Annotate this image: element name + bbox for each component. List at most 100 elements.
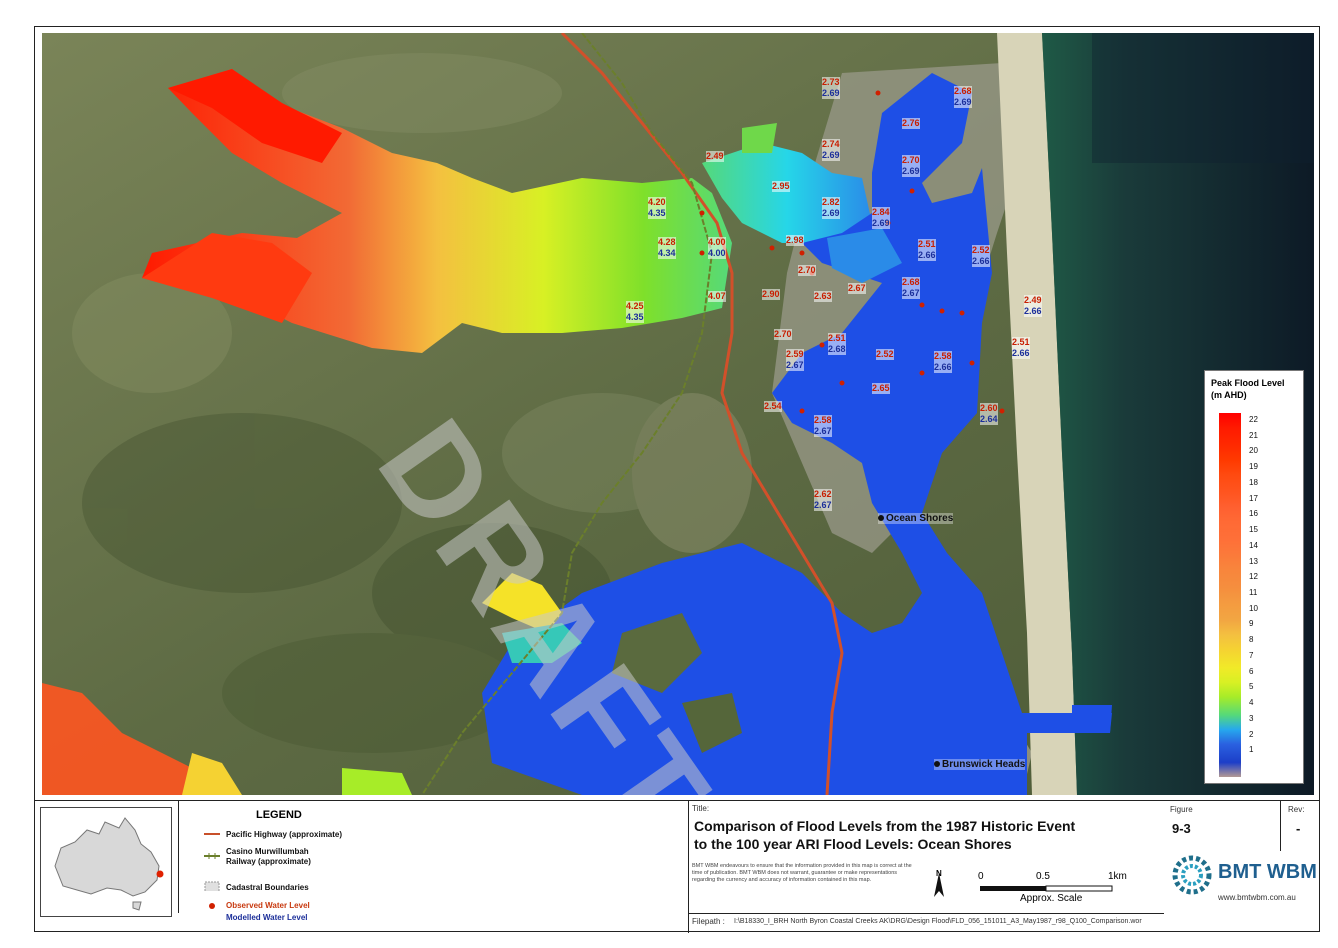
filepath-row: Filepath : I:\B18330_I_BRH North Byron C…	[688, 913, 1164, 932]
level-label: 2.52	[876, 349, 894, 360]
legend-item-modelled: Modelled Water Level	[226, 913, 308, 922]
title-label: Title:	[692, 804, 710, 813]
colorbar-tick: 3	[1249, 713, 1254, 723]
flood-extent-small	[742, 123, 777, 153]
level-label: 2.70	[798, 265, 816, 276]
level-label: 2.70 2.69	[902, 155, 920, 177]
divider	[178, 801, 179, 913]
colorbar-tick: 1	[1249, 745, 1254, 755]
level-label: 2.51 2.66	[918, 239, 936, 261]
level-label: 2.51 2.66	[1012, 337, 1030, 359]
scale-label-end: 1km	[1108, 871, 1127, 882]
level-label: 2.49 2.66	[1024, 295, 1042, 317]
colorbar-tick: 13	[1249, 556, 1258, 566]
rev-label: Rev:	[1288, 805, 1305, 814]
rev-value: -	[1296, 821, 1301, 836]
filepath-value: I:\B18330_I_BRH North Byron Coastal Cree…	[734, 918, 1142, 925]
scale-caption: Approx. Scale	[1020, 893, 1083, 904]
map-canvas	[42, 33, 1314, 795]
level-label: 2.54	[764, 401, 782, 412]
figure-number: 9-3	[1172, 821, 1191, 836]
colorbar-tick: 14	[1249, 540, 1258, 550]
colorbar-tick: 10	[1249, 603, 1258, 613]
railway-symbol	[204, 853, 220, 859]
colorbar-tick: 21	[1249, 430, 1258, 440]
divider	[1280, 801, 1281, 851]
place-ocean-shores: Ocean Shores	[878, 513, 954, 524]
colorbar-tick: 17	[1249, 493, 1258, 503]
level-label: 2.68 2.69	[954, 86, 972, 108]
map-area: 2.73 2.69 2.68 2.69 2.76 2.74 2.69 2.70 2.69…	[42, 33, 1314, 795]
colorbar-tick: 5	[1249, 682, 1254, 692]
level-label: 2.58 2.66	[934, 351, 952, 373]
legend-item-highway: Pacific Highway (approximate)	[226, 830, 343, 839]
colorbar-tick: 16	[1249, 509, 1258, 519]
scale-label-mid: 0.5	[1036, 871, 1050, 882]
company-logo: BMT WBM www.bmtwbm.com.au	[1172, 851, 1320, 913]
colorbar-tick: 12	[1249, 572, 1258, 582]
level-label: 2.82 2.69	[822, 197, 840, 219]
title-block: LEGEND Pacific Highway (approximate) Cas…	[34, 800, 1320, 933]
level-label: 2.76	[902, 118, 920, 129]
observed-point-symbol	[209, 903, 215, 909]
australia-outline	[54, 817, 164, 911]
level-label: 2.49	[706, 151, 724, 162]
north-label: N	[936, 869, 942, 878]
level-label: 2.68 2.67	[902, 277, 920, 299]
level-label: 4.20 4.35	[648, 197, 666, 219]
level-label: 4.07	[708, 291, 726, 302]
scale-label-0: 0	[978, 871, 984, 882]
legend-item-railway: Casino Murwillumbah Railway (approximate…	[226, 847, 311, 866]
colorbar-tick: 19	[1249, 462, 1258, 472]
colorbar-tick: 8	[1249, 635, 1254, 645]
logo-url: www.bmtwbm.com.au	[1218, 893, 1296, 902]
flood-level-colorbar: Peak Flood Level (m AHD) 22 21 20 19 18 17 16 1…	[1204, 370, 1304, 784]
logo-name: BMT WBM	[1218, 861, 1317, 883]
level-label: 2.62 2.67	[814, 489, 832, 511]
level-label: 2.63	[814, 291, 832, 302]
level-label: 2.52 2.66	[972, 245, 990, 267]
scale-bar: N 0 0.5 1km Approx. Scale	[928, 869, 1148, 911]
colorbar-title: Peak Flood Level (m AHD)	[1211, 377, 1301, 401]
level-label: 2.58 2.67	[814, 415, 832, 437]
colorbar-title-line2: (m AHD)	[1211, 390, 1247, 400]
level-label: 2.95	[772, 181, 790, 192]
colorbar-title-line1: Peak Flood Level	[1211, 378, 1285, 388]
level-label: 2.70	[774, 329, 792, 340]
level-label: 4.00 4.00	[708, 237, 726, 259]
level-label: 2.73 2.69	[822, 77, 840, 99]
level-label: 2.90	[762, 289, 780, 300]
level-label: 4.28 4.34	[658, 237, 676, 259]
legend: LEGEND Pacific Highway (approximate) Cas…	[182, 805, 392, 925]
level-label: 2.67	[848, 283, 866, 294]
colorbar-tick: 22	[1249, 415, 1258, 424]
disclaimer-text: BMT WBM endeavours to ensure that the in…	[692, 863, 912, 883]
australia-inset-map	[40, 807, 172, 917]
level-label: 2.84 2.69	[872, 207, 890, 229]
map-title: Comparison of Flood Levels from the 1987…	[694, 817, 1154, 853]
colorbar-tick: 18	[1249, 477, 1258, 487]
legend-item-cadastral: Cadastral Boundaries	[226, 883, 309, 892]
level-label: 2.98	[786, 235, 804, 246]
level-label: 2.59 2.67	[786, 349, 804, 371]
filepath-label: Filepath :	[692, 917, 725, 926]
location-marker	[156, 870, 164, 878]
level-label: 2.74 2.69	[822, 139, 840, 161]
level-label: 2.51 2.68	[828, 333, 846, 355]
river-mouth	[1072, 705, 1112, 733]
colorbar-ramp	[1219, 413, 1241, 777]
colorbar-tick: 2	[1249, 729, 1254, 739]
cadastral-symbol	[204, 881, 220, 891]
ocean-deep	[1092, 33, 1314, 163]
level-label: 4.25 4.35	[626, 301, 644, 323]
map-title-line1: Comparison of Flood Levels from the 1987…	[694, 818, 1076, 834]
colorbar-tick: 7	[1249, 650, 1254, 660]
place-brunswick-heads: Brunswick Heads	[934, 759, 1026, 770]
bmt-logo-icon	[1172, 855, 1212, 895]
legend-title: LEGEND	[256, 809, 302, 821]
colorbar-tick: 20	[1249, 446, 1258, 456]
colorbar-tick: 6	[1249, 666, 1254, 676]
scale-bar-graphic	[980, 885, 1113, 892]
highway-symbol	[204, 833, 220, 835]
level-label: 2.65	[872, 383, 890, 394]
